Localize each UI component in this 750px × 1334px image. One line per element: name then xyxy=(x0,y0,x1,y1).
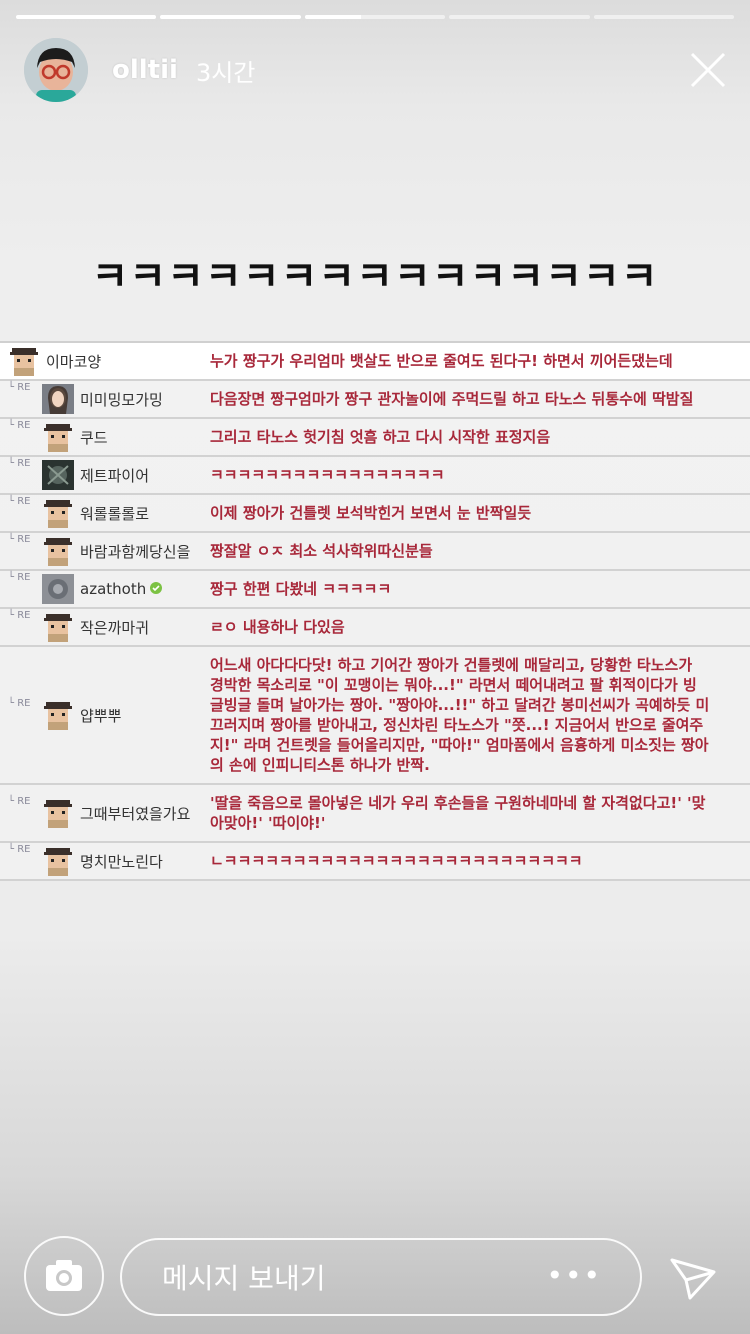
comment-text: ㅋㅋㅋㅋㅋㅋㅋㅋㅋㅋㅋㅋㅋㅋㅋㅋㅋ xyxy=(210,466,445,484)
comment-row: └ RE 제트파이어 ㅋㅋㅋㅋㅋㅋㅋㅋㅋㅋㅋㅋㅋㅋㅋㅋㅋ xyxy=(0,457,750,495)
comment-author: 이마코양 xyxy=(0,346,200,376)
comment-author: └ RE 명치만노린다 xyxy=(0,844,200,876)
message-placeholder: 메시지 보내기 xyxy=(162,1262,326,1295)
close-icon xyxy=(690,52,726,88)
comment-author: └ RE 쿠드 xyxy=(0,420,200,452)
reply-marker-icon: └ RE xyxy=(8,382,31,393)
user-avatar-icon xyxy=(42,700,74,730)
comment-nickname: azathoth xyxy=(80,580,147,598)
more-options-icon[interactable]: ••• xyxy=(546,1262,602,1290)
user-avatar-icon xyxy=(42,846,74,876)
user-avatar-icon xyxy=(42,612,74,642)
send-icon xyxy=(670,1258,716,1300)
comment-author: └ RE 바람과함께당신을 xyxy=(0,534,200,566)
reply-marker-icon: └ RE xyxy=(8,496,31,507)
user-avatar-icon xyxy=(42,498,74,528)
reply-marker-icon: └ RE xyxy=(8,572,31,583)
comment-list: 이마코양 누가 짱구가 우리엄마 뱃살도 반으로 줄여도 된다구! 하면서 끼어든… xyxy=(0,341,750,881)
comment-row: └ RE 얍뿌뿌 어느새 아다다다닷! 하고 기어간 짱아가 건틀렛에 매달리고, … xyxy=(0,647,750,785)
story-header: olltii 3시간 xyxy=(24,38,730,102)
user-avatar-icon xyxy=(42,798,74,828)
verified-badge-icon xyxy=(149,580,163,599)
user-avatar-icon xyxy=(8,346,40,376)
progress-segment xyxy=(16,15,157,19)
user-avatar-icon xyxy=(42,384,74,414)
comment-text: 그리고 타노스 헛기침 엇흠 하고 다시 시작한 표정지음 xyxy=(210,428,551,446)
progress-segment xyxy=(160,15,301,19)
reply-marker-icon: └ RE xyxy=(8,534,31,545)
camera-icon xyxy=(46,1260,82,1291)
comment-row: 이마코양 누가 짱구가 우리엄마 뱃살도 반으로 줄여도 된다구! 하면서 끼어든… xyxy=(0,343,750,381)
reply-marker-icon: └ RE xyxy=(8,420,31,431)
user-avatar-icon xyxy=(42,460,74,490)
progress-fill xyxy=(160,15,301,19)
comment-nickname: 제트파이어 xyxy=(80,466,150,485)
comment-author: └ RE 작은까마귀 xyxy=(0,610,200,642)
reply-marker-icon: └ RE xyxy=(8,610,31,621)
comment-nickname: 작은까마귀 xyxy=(80,618,150,637)
comment-row: └ RE 그때부터였을가요 '딸을 죽음으로 몰아넣은 네가 우리 후손들을 구원하… xyxy=(0,785,750,843)
comment-row: └ RE azathoth 짱구 한편 다봤네 ㅋㅋㅋㅋㅋ xyxy=(0,571,750,609)
comment-author: └ RE 워롤롤롤로 xyxy=(0,496,200,528)
camera-button[interactable] xyxy=(24,1236,104,1316)
avatar-illustration xyxy=(24,38,88,102)
user-avatar-icon xyxy=(42,536,74,566)
comment-text: 어느새 아다다다닷! 하고 기어간 짱아가 건틀렛에 매달리고, 당황한 타노스… xyxy=(210,656,710,774)
reply-marker-icon: └ RE xyxy=(8,698,31,709)
comment-row: └ RE 쿠드 그리고 타노스 헛기침 엇흠 하고 다시 시작한 표정지음 xyxy=(0,419,750,457)
story-progress xyxy=(16,15,735,19)
comment-nickname: 바람과함께당신을 xyxy=(80,542,191,561)
comment-nickname: 쿠드 xyxy=(80,428,108,447)
comment-author: └ RE 제트파이어 xyxy=(0,458,200,490)
comment-row: └ RE 작은까마귀 ㄹㅇ 내용하나 다있음 xyxy=(0,609,750,647)
comment-text: 누가 짱구가 우리엄마 뱃살도 반으로 줄여도 된다구! 하면서 끼어든댔는데 xyxy=(210,352,673,370)
progress-segment xyxy=(593,15,735,19)
post-time: 3시간 xyxy=(195,58,256,87)
bottom-bar: 메시지 보내기 ••• xyxy=(0,1234,750,1334)
progress-fill xyxy=(304,15,361,19)
comment-text: '딸을 죽음으로 몰아넣은 네가 우리 후손들을 구원하네마네 할 자격없다고!… xyxy=(210,794,706,832)
user-avatar-icon xyxy=(42,574,74,604)
comment-row: └ RE 명치만노린다 ㄴㅋㅋㅋㅋㅋㅋㅋㅋㅋㅋㅋㅋㅋㅋㅋㅋㅋㅋㅋㅋㅋㅋㅋㅋㅋㅋ xyxy=(0,843,750,881)
progress-fill xyxy=(16,15,157,19)
comment-nickname: 미미밍모가밍 xyxy=(80,390,163,409)
comment-text: 이제 짱아가 건틀렛 보석박힌거 보면서 눈 반짝일듯 xyxy=(210,504,532,522)
comment-nickname: 워롤롤롤로 xyxy=(80,504,150,523)
reply-marker-icon: └ RE xyxy=(8,844,31,855)
send-button[interactable] xyxy=(666,1250,720,1304)
comment-row: └ RE 바람과함께당신을 짱잘알 ㅇㅈ 최소 석사학위따신분들 xyxy=(0,533,750,571)
close-button[interactable] xyxy=(686,48,730,92)
profile-avatar[interactable] xyxy=(24,38,88,102)
reply-marker-icon: └ RE xyxy=(8,796,31,807)
comment-nickname: 이마코양 xyxy=(46,352,102,371)
comment-text: 짱구 한편 다봤네 ㅋㅋㅋㅋㅋ xyxy=(210,580,392,598)
comment-text: ㄴㅋㅋㅋㅋㅋㅋㅋㅋㅋㅋㅋㅋㅋㅋㅋㅋㅋㅋㅋㅋㅋㅋㅋㅋㅋㅋ xyxy=(210,852,583,870)
user-avatar-icon xyxy=(42,422,74,452)
comment-nickname: 얍뿌뿌 xyxy=(80,706,122,725)
comment-author: └ RE 미미밍모가밍 xyxy=(0,382,200,414)
comment-author: └ RE azathoth xyxy=(0,572,200,604)
comment-nickname: 그때부터였을가요 xyxy=(80,804,191,823)
comment-nickname: 명치만노린다 xyxy=(80,852,163,871)
comment-text: 다음장면 짱구엄마가 짱구 관자놀이에 주먹드릴 하고 타노스 뒤통수에 딱밤질 xyxy=(210,390,694,408)
progress-segment xyxy=(304,15,446,19)
message-input[interactable]: 메시지 보내기 ••• xyxy=(120,1238,642,1316)
story-caption: ㅋㅋㅋㅋㅋㅋㅋㅋㅋㅋㅋㅋㅋㅋㅋ xyxy=(91,254,659,300)
comment-row: └ RE 워롤롤롤로 이제 짱아가 건틀렛 보석박힌거 보면서 눈 반짝일듯 xyxy=(0,495,750,533)
comment-author: └ RE 그때부터였을가요 xyxy=(0,796,200,828)
comment-author: └ RE 얍뿌뿌 xyxy=(0,698,200,730)
comment-row: └ RE 미미밍모가밍 다음장면 짱구엄마가 짱구 관자놀이에 주먹드릴 하고 타노… xyxy=(0,381,750,419)
reply-marker-icon: └ RE xyxy=(8,458,31,469)
comment-text: ㄹㅇ 내용하나 다있음 xyxy=(210,618,345,636)
username[interactable]: olltii xyxy=(112,55,178,85)
progress-segment xyxy=(449,15,590,19)
comment-text: 짱잘알 ㅇㅈ 최소 석사학위따신분들 xyxy=(210,542,433,560)
